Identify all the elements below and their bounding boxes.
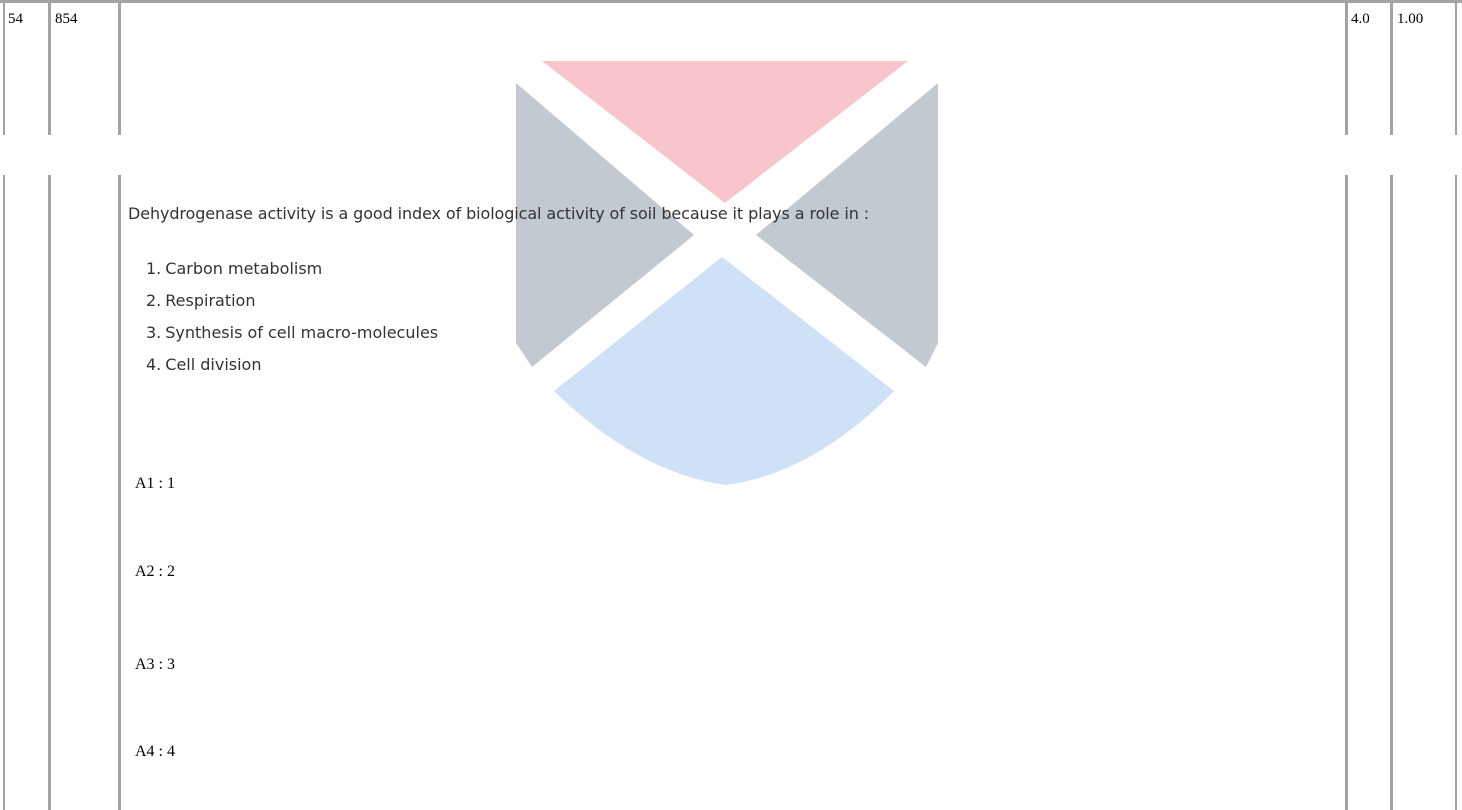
option-number: 3.	[146, 323, 162, 342]
question-page: 54 854 4.0 1.00 Dehydrogenase activity i…	[0, 0, 1462, 810]
negative-marks-value: 1.00	[1397, 11, 1424, 27]
answer-label: A4 :	[135, 743, 163, 760]
col-divider-1	[48, 3, 51, 135]
answer-choice-1: A1 : 1	[135, 474, 175, 494]
table-right-border	[1455, 0, 1457, 135]
table-top-border	[0, 0, 1462, 3]
col-divider-2	[118, 3, 121, 135]
option-text: Cell division	[165, 355, 262, 374]
option-text: Carbon metabolism	[165, 259, 323, 278]
serial-number: 54	[8, 11, 23, 27]
col-divider-3b	[1345, 175, 1348, 810]
answer-value: 1	[167, 475, 175, 492]
question-option: 2. Respiration	[146, 290, 438, 322]
option-text: Respiration	[165, 291, 256, 310]
option-text: Synthesis of cell macro-molecules	[165, 323, 439, 342]
question-options-list: 1. Carbon metabolism 2. Respiration 3. Synt…	[146, 258, 438, 386]
option-number: 2.	[146, 291, 162, 310]
answer-value: 3	[167, 656, 175, 673]
answer-value: 2	[167, 563, 175, 580]
marks-value: 4.0	[1351, 11, 1370, 27]
col-divider-4	[1390, 3, 1393, 135]
watermark-logo	[516, 61, 938, 485]
answer-choice-3: A3 : 3	[135, 655, 175, 675]
option-number: 4.	[146, 355, 162, 374]
answer-choice-4: A4 : 4	[135, 742, 175, 762]
table-left-border-2	[3, 175, 5, 810]
answer-choice-2: A2 : 2	[135, 562, 175, 582]
answer-label: A1 :	[135, 475, 163, 492]
col-divider-3	[1345, 3, 1348, 135]
col-divider-2b	[118, 175, 121, 810]
question-option: 3. Synthesis of cell macro-molecules	[146, 322, 438, 354]
answer-label: A2 :	[135, 563, 163, 580]
question-option: 1. Carbon metabolism	[146, 258, 438, 290]
col-divider-1b	[48, 175, 51, 810]
col-divider-4b	[1390, 175, 1393, 810]
question-stem: Dehydrogenase activity is a good index o…	[128, 204, 870, 223]
table-right-border-2	[1455, 175, 1457, 810]
question-id: 854	[55, 11, 78, 27]
table-left-border	[3, 0, 5, 135]
answer-value: 4	[167, 743, 175, 760]
option-number: 1.	[146, 259, 162, 278]
answer-label: A3 :	[135, 656, 163, 673]
question-option: 4. Cell division	[146, 354, 438, 386]
